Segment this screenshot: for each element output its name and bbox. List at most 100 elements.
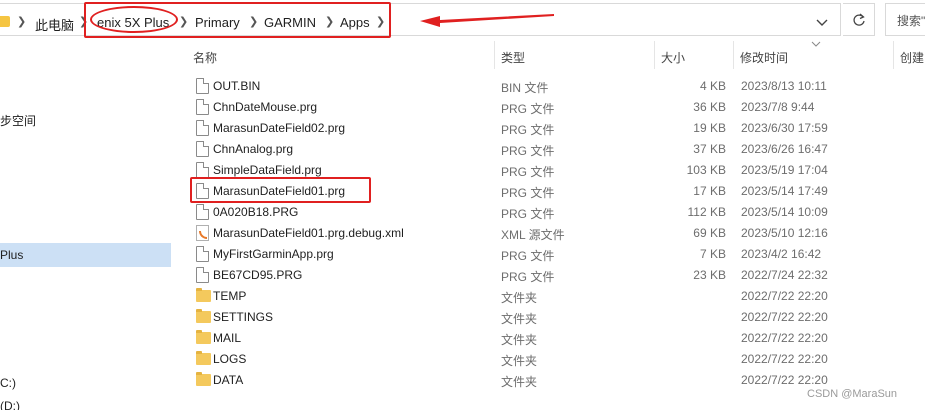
column-header-type[interactable]: 类型 <box>501 49 525 66</box>
file-row[interactable]: 0A020B18.PRG PRG 文件 112 KB 2023/5/14 10:09 <box>192 202 925 223</box>
file-row[interactable]: MyFirstGarminApp.prg PRG 文件 7 KB 2023/4/2 1… <box>192 244 925 265</box>
folder-row[interactable]: LOGS 文件夹 2022/7/22 22:20 <box>192 349 925 370</box>
file-row[interactable]: BE67CD95.PRG PRG 文件 23 KB 2022/7/24 22:32 <box>192 265 925 286</box>
file-name: TEMP <box>213 289 247 303</box>
file-name: MAIL <box>213 331 242 345</box>
nav-item-selected-highlight[interactable] <box>0 243 171 267</box>
file-size: 23 KB <box>693 268 726 282</box>
file-size: 112 KB <box>687 205 726 219</box>
file-type: PRG 文件 <box>501 270 555 284</box>
file-name: BE67CD95.PRG <box>213 268 303 282</box>
annotation-arrow-icon <box>420 14 554 27</box>
folder-icon <box>0 16 10 27</box>
file-modified: 2023/5/14 10:09 <box>741 205 828 219</box>
file-modified: 2022/7/22 22:20 <box>741 289 828 303</box>
file-name: DATA <box>213 373 244 387</box>
folder-icon <box>196 351 211 365</box>
file-name: ChnDateMouse.prg <box>213 100 318 114</box>
file-type: PRG 文件 <box>501 144 555 158</box>
column-divider[interactable] <box>654 41 655 69</box>
file-type: 文件夹 <box>501 333 538 347</box>
folder-row[interactable]: SETTINGS 文件夹 2022/7/22 22:20 <box>192 307 925 328</box>
file-size: 4 KB <box>699 79 726 93</box>
file-name: SETTINGS <box>213 310 274 324</box>
file-modified: 2022/7/22 22:20 <box>741 352 828 366</box>
nav-item-device[interactable]: Plus <box>0 248 23 262</box>
file-modified: 2022/7/22 22:20 <box>741 310 828 324</box>
file-type: 文件夹 <box>501 375 538 389</box>
nav-item-drive-d[interactable]: (D:) <box>0 399 20 410</box>
file-modified: 2023/5/14 17:49 <box>741 184 828 198</box>
file-modified: 2023/6/30 17:59 <box>741 121 828 135</box>
file-name: MyFirstGarminApp.prg <box>213 247 334 261</box>
file-icon <box>196 99 209 115</box>
file-type: PRG 文件 <box>501 123 555 137</box>
file-type: PRG 文件 <box>501 186 555 200</box>
file-type: XML 源文件 <box>501 228 565 242</box>
folder-icon <box>196 288 211 302</box>
file-modified: 2023/5/19 17:04 <box>741 163 828 177</box>
file-modified: 2023/7/8 9:44 <box>741 100 815 114</box>
file-type: 文件夹 <box>501 291 538 305</box>
file-row[interactable]: ChnAnalog.prg PRG 文件 37 KB 2023/6/26 16:47 <box>192 139 925 160</box>
file-name: SimpleDataField.prg <box>213 163 322 177</box>
file-name: LOGS <box>213 352 247 366</box>
folder-row[interactable]: TEMP 文件夹 2022/7/22 22:20 <box>192 286 925 307</box>
breadcrumb-this-pc[interactable]: 此电脑 <box>35 15 74 34</box>
file-modified: 2023/4/2 16:42 <box>741 247 822 261</box>
address-toolbar: ❯ 此电脑 ❯ enix 5X Plus ❯ Primary ❯ GARMIN … <box>0 0 925 40</box>
file-modified: 2022/7/24 22:32 <box>741 268 828 282</box>
search-input[interactable]: 搜索" <box>885 3 925 36</box>
sort-chevron-icon <box>811 41 821 47</box>
file-row[interactable]: MarasunDateField02.prg PRG 文件 19 KB 2023/6/… <box>192 118 925 139</box>
file-type: PRG 文件 <box>501 249 555 263</box>
folder-icon <box>196 309 211 323</box>
column-header-name[interactable]: 名称 <box>193 49 217 66</box>
refresh-icon <box>852 13 865 26</box>
file-type: PRG 文件 <box>501 207 555 221</box>
file-modified: 2023/5/10 12:16 <box>741 226 828 240</box>
file-row[interactable]: ChnDateMouse.prg PRG 文件 36 KB 2023/7/8 9:44 <box>192 97 925 118</box>
file-modified: 2022/7/22 22:20 <box>741 331 828 345</box>
column-header-created[interactable]: 创建 <box>900 49 924 66</box>
file-row[interactable]: OUT.BIN BIN 文件 4 KB 2023/8/13 10:11 <box>192 76 925 97</box>
file-name: 0A020B18.PRG <box>213 205 299 219</box>
file-modified: 2022/7/22 22:20 <box>741 373 828 387</box>
file-icon <box>196 141 209 157</box>
folder-icon <box>196 330 211 344</box>
file-icon <box>196 267 209 283</box>
file-name: ChnAnalog.prg <box>213 142 294 156</box>
column-header-modified[interactable]: 修改时间 <box>740 49 788 66</box>
file-size: 69 KB <box>693 226 726 240</box>
file-size: 17 KB <box>693 184 726 198</box>
history-dropdown-icon[interactable] <box>815 15 835 31</box>
column-divider[interactable] <box>733 41 734 69</box>
file-size: 19 KB <box>693 121 726 135</box>
column-header-size[interactable]: 大小 <box>661 49 685 66</box>
nav-item-sync-space[interactable]: 步空间 <box>0 112 36 129</box>
column-divider[interactable] <box>893 41 894 69</box>
watermark: CSDN @MaraSun <box>807 388 898 400</box>
refresh-button[interactable] <box>843 3 875 36</box>
navigation-pane: 步空间 Plus C:) (D:) <box>0 40 172 410</box>
file-size: 36 KB <box>693 100 726 114</box>
annotation-box <box>190 177 371 203</box>
column-divider[interactable] <box>494 41 495 69</box>
nav-item-drive-c[interactable]: C:) <box>0 376 16 390</box>
file-modified: 2023/8/13 10:11 <box>741 79 827 93</box>
file-icon <box>196 78 209 94</box>
file-size: 7 KB <box>699 247 726 261</box>
folder-icon <box>196 372 211 386</box>
file-type: PRG 文件 <box>501 102 555 116</box>
file-name: OUT.BIN <box>213 79 261 93</box>
file-type: PRG 文件 <box>501 165 555 179</box>
xml-icon <box>196 225 209 241</box>
file-name: MarasunDateField01.prg.debug.xml <box>213 226 404 240</box>
file-icon <box>196 246 209 262</box>
file-icon <box>196 204 209 220</box>
folder-row[interactable]: MAIL 文件夹 2022/7/22 22:20 <box>192 328 925 349</box>
file-icon <box>196 120 209 136</box>
chevron-right-icon[interactable]: ❯ <box>17 15 26 28</box>
file-row[interactable]: MarasunDateField01.prg.debug.xml XML 源文件 6… <box>192 223 925 244</box>
file-type: 文件夹 <box>501 354 538 368</box>
